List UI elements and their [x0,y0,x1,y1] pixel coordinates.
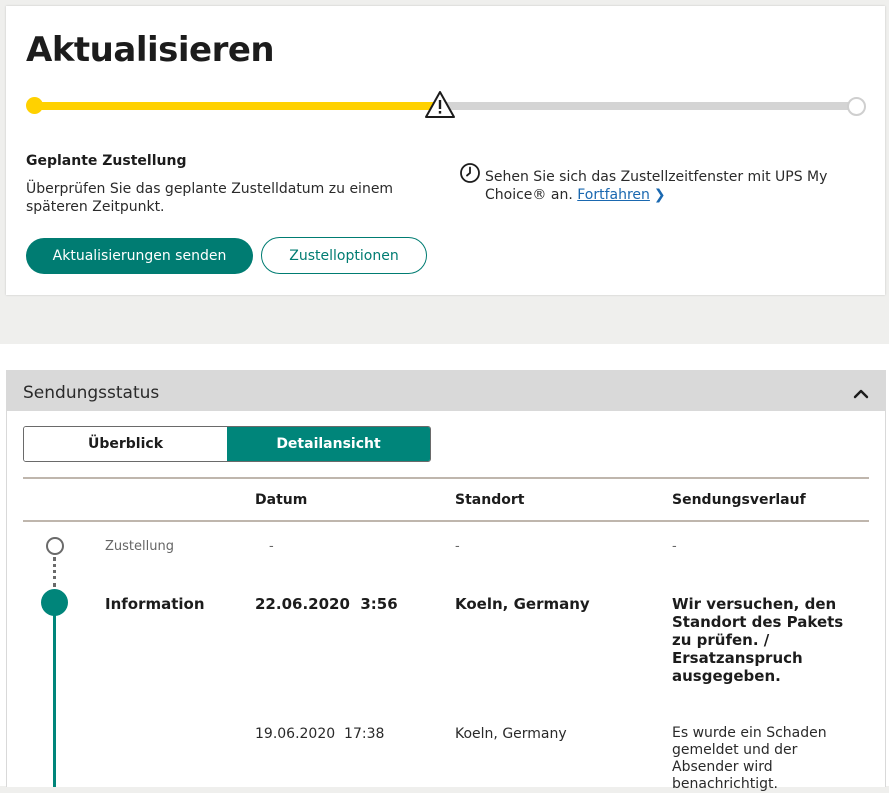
timeline-dotted-line [53,557,56,587]
warning-triangle-icon [425,91,455,118]
row-location: - [455,539,460,554]
clock-icon [460,163,480,183]
row-activity: Wir versuchen, den Standort des Pakets z… [672,595,844,685]
progress-end-dot [847,97,866,116]
col-header-location: Standort [455,492,525,508]
page-title: Aktualisieren [26,30,275,70]
table-header-divider [23,520,869,522]
shipment-status-panel: Sendungsstatus Überblick Detailansicht D… [6,370,886,792]
row-date: 22.06.2020 3:56 [255,595,398,613]
timeline-empty-dot [46,537,64,555]
delivery-options-button[interactable]: Zustelloptionen [261,237,427,274]
planned-delivery-desc: Überprüfen Sie das geplante Zustelldatum… [26,181,394,215]
row-date: 19.06.2020 17:38 [255,726,385,742]
row-activity: - [672,539,677,554]
row-date: - [269,539,274,554]
timeline-filled-dot [41,589,68,616]
view-toggle: Überblick Detailansicht [23,426,431,462]
planned-delivery-title: Geplante Zustellung [26,153,187,169]
panel-header[interactable]: Sendungsstatus [7,371,885,411]
timeline-line [53,615,56,787]
send-updates-button[interactable]: Aktualisierungen senden [26,238,253,274]
row-activity: Es wurde ein Schaden gemeldet und der Ab… [672,725,827,792]
progress-start-dot [26,97,43,114]
progress-fill [34,102,445,110]
row-status: Information [105,595,205,613]
tab-overview[interactable]: Überblick [24,427,227,461]
col-header-activity: Sendungsverlauf [672,492,806,508]
row-location: Koeln, Germany [455,595,590,613]
chevron-up-icon[interactable] [852,387,870,399]
continue-link[interactable]: Fortfahren [577,187,650,203]
update-card: Aktualisieren Geplante Zustellung Überpr… [6,6,885,295]
mychoice-info: Sehen Sie sich das Zustellzeitfenster mi… [485,168,855,204]
chevron-right-icon[interactable]: ❯ [654,186,666,204]
panel-title: Sendungsstatus [23,383,160,403]
tab-detail-view[interactable]: Detailansicht [227,427,430,461]
row-location: Koeln, Germany [455,726,567,742]
table-top-divider [23,477,869,479]
col-header-date: Datum [255,492,308,508]
row-status: Zustellung [105,539,174,554]
